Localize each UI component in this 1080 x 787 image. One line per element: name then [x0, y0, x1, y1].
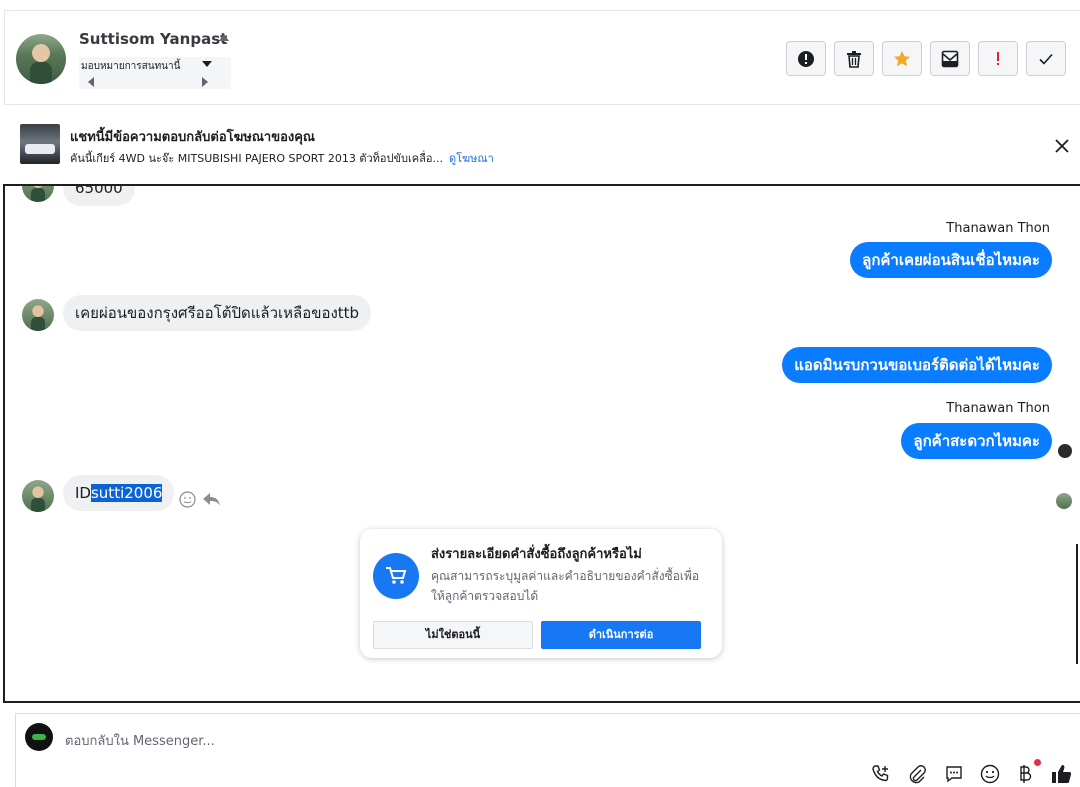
assign-conversation-dropdown[interactable]: มอบหมายการสนทนานี้ [79, 57, 231, 89]
incoming-message[interactable]: เคยผ่อนของกรุงศรีออโต้ปิดแล้วเหลือของttb [63, 295, 372, 331]
read-receipt-avatar [1056, 493, 1072, 509]
contact-avatar[interactable] [16, 34, 66, 84]
contact-avatar-small[interactable] [22, 480, 54, 512]
ad-description: คันนี้เกียร์ 4WD นะจ๊ะ MITSUBISHI PAJERO… [70, 152, 443, 165]
ad-banner-title: แชทนี้มีข้อความตอบกลับต่อโฆษณาของคุณ [70, 130, 315, 145]
ad-thumbnail[interactable] [20, 124, 60, 164]
reply-composer: ตอบกลับใน Messenger... [15, 713, 1080, 787]
delete-button[interactable] [834, 41, 874, 76]
outgoing-message[interactable]: แอดมินรบกวนขอเบอร์ติดต่อได้ไหมคะ [782, 347, 1052, 383]
selected-text: sutti2006 [90, 484, 163, 502]
shopping-cart-icon [373, 553, 419, 599]
reply-input[interactable]: ตอบกลับใน Messenger... [65, 730, 215, 751]
sender-name: Thanawan Thon [946, 221, 1050, 236]
sender-name: Thanawan Thon [946, 401, 1050, 416]
caret-down-icon [202, 61, 212, 67]
star-button[interactable] [882, 41, 922, 76]
view-ad-link[interactable]: ดูโฆษณา [449, 152, 494, 165]
exclamation-icon [997, 51, 999, 65]
panel-divider [1076, 544, 1078, 664]
emoji-icon[interactable] [979, 763, 1001, 785]
scroll-up-arrow-icon[interactable] [219, 34, 229, 41]
incoming-message[interactable]: IDsutti2006 [63, 475, 175, 511]
like-icon[interactable] [1051, 763, 1073, 785]
notification-dot [1034, 759, 1041, 766]
not-now-button[interactable]: ไม่ใช่ตอนนี้ [373, 621, 533, 649]
continue-button[interactable]: ดำเนินการต่อ [541, 621, 701, 649]
star-icon [894, 50, 910, 66]
outgoing-message[interactable]: ลูกค้าเคยผ่อนสินเชื่อไหมคะ [850, 242, 1052, 278]
baht-payment-icon[interactable] [1014, 763, 1036, 785]
check-icon [1039, 53, 1053, 65]
scroll-left-arrow-icon[interactable] [88, 77, 94, 87]
done-button[interactable] [1026, 41, 1066, 76]
call-add-icon[interactable] [870, 763, 892, 785]
reply-icon[interactable] [202, 491, 221, 508]
seen-indicator-icon [1058, 444, 1072, 458]
archive-mail-icon [941, 50, 959, 67]
prompt-body: คุณสามารถระบุมูลค่าและคำอธิบายของคำสั่งซ… [431, 569, 700, 603]
scroll-right-arrow-icon[interactable] [202, 77, 208, 87]
message-text: ID [75, 484, 91, 502]
attachment-icon[interactable] [906, 763, 928, 785]
alert-circle-icon [798, 50, 814, 67]
assign-conversation-label: มอบหมายการสนทนานี้ [81, 61, 181, 72]
prompt-title: ส่งรายละเอียดคำสั่งซื้อถึงลูกค้าหรือไม่ [431, 547, 642, 562]
conversation-header: Suttisom Yanpast มอบหมายการสนทนานี้ [4, 10, 1080, 105]
contact-name[interactable]: Suttisom Yanpast [79, 30, 227, 48]
incoming-message[interactable]: 65000 [63, 186, 135, 206]
important-button[interactable] [978, 41, 1018, 76]
close-icon[interactable] [1054, 138, 1070, 154]
outgoing-message[interactable]: ลูกค้าสะดวกไหมคะ [901, 423, 1052, 459]
trash-icon [847, 50, 861, 68]
contact-avatar-small[interactable] [22, 299, 54, 331]
page-avatar [25, 723, 53, 751]
contact-avatar-small[interactable] [22, 186, 54, 202]
report-button[interactable] [786, 41, 826, 76]
quick-reply-icon[interactable] [943, 763, 965, 785]
ad-reply-banner: แชทนี้มีข้อความตอบกลับต่อโฆษณาของคุณ คัน… [4, 106, 1080, 184]
ad-banner-subtitle: คันนี้เกียร์ 4WD นะจ๊ะ MITSUBISHI PAJERO… [70, 149, 494, 167]
order-details-prompt: ส่งรายละเอียดคำสั่งซื้อถึงลูกค้าหรือไม่ … [360, 529, 722, 658]
message-thread[interactable]: 65000 Thanawan Thon ลูกค้าเคยผ่อนสินเชื่… [3, 184, 1080, 703]
react-emoji-icon[interactable] [179, 491, 196, 508]
archive-button[interactable] [930, 41, 970, 76]
